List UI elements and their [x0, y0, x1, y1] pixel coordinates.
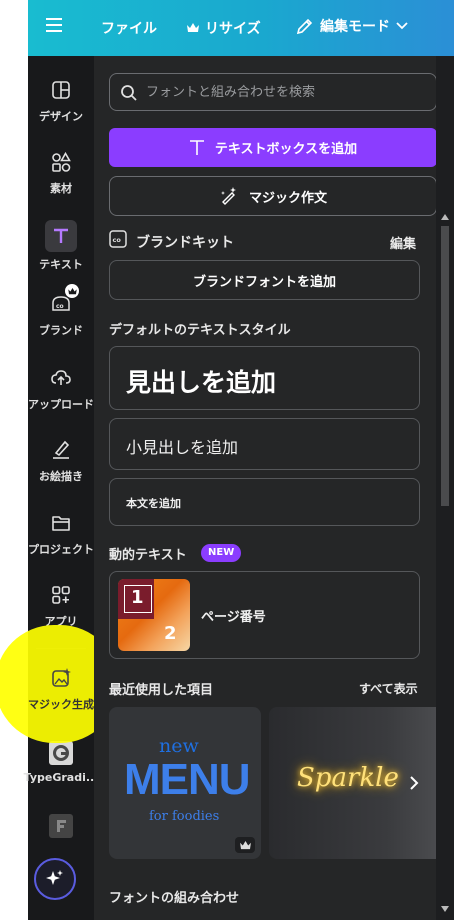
magic-write-button[interactable]: マジック作文	[109, 176, 436, 216]
brand-icon: co	[49, 284, 79, 316]
text-t-icon	[189, 139, 204, 155]
scroll-down-arrow[interactable]	[441, 906, 449, 912]
app-f-icon	[49, 814, 73, 838]
font-search-box[interactable]	[109, 73, 436, 111]
upload-cloud-icon	[49, 366, 73, 390]
resize-label: リサイズ	[205, 21, 261, 37]
add-subheading-button[interactable]: 小見出しを追加	[109, 418, 420, 470]
rail-item-elements[interactable]: 素材	[28, 150, 94, 196]
add-textbox-button[interactable]: テキストボックスを追加	[109, 128, 436, 167]
menu-card-bottom-text: for foodies	[149, 809, 220, 824]
add-body-text-button[interactable]: 本文を追加	[109, 478, 420, 526]
search-icon	[121, 85, 137, 101]
body-text-label: 本文を追加	[126, 497, 181, 510]
add-textbox-label: テキストボックスを追加	[214, 142, 358, 157]
rail-item-uploads[interactable]: アップロード	[28, 366, 94, 412]
add-brand-font-label: ブランドフォントを追加	[192, 274, 336, 290]
thumb-digit-two: 2	[164, 623, 177, 644]
typegradient-app-icon	[49, 741, 73, 765]
page-number-thumbnail: 1 2	[118, 579, 190, 651]
page-number-card[interactable]: 1 2 ページ番号	[109, 571, 420, 659]
rail-label-typegradient: TypeGradi...	[23, 771, 99, 784]
apps-icon	[49, 583, 73, 607]
recent-title: 最近使用した項目	[109, 683, 214, 698]
rail-label-draw: お絵描き	[39, 470, 83, 483]
recent-card-menu[interactable]: new MENU for foodies	[109, 707, 261, 859]
svg-text:co: co	[56, 303, 64, 310]
resize-button[interactable]: リサイズ	[187, 18, 261, 38]
recent-card-sparkle[interactable]: Sparkle	[269, 707, 436, 859]
text-panel: #srch::placeholder{color:#9a9c9f;} input…	[94, 56, 436, 920]
pencil-icon	[296, 18, 313, 35]
add-brand-font-button[interactable]: ブランドフォントを追加	[109, 260, 420, 300]
rail-item-draw[interactable]: お絵描き	[28, 438, 94, 484]
rail-item-design[interactable]: デザイン	[28, 78, 94, 124]
draw-icon	[49, 438, 73, 462]
thumb-digit-one: 1	[131, 587, 144, 608]
panel-scrollbar[interactable]	[436, 56, 454, 920]
chevron-down-icon	[396, 22, 408, 30]
rail-item-apps[interactable]: アプリ	[28, 583, 94, 629]
rail-label-design: デザイン	[39, 110, 83, 123]
chevron-right-icon[interactable]	[409, 775, 419, 791]
layout-icon	[49, 78, 73, 102]
default-styles-title: デフォルトのテキストスタイル	[109, 323, 291, 338]
rail-label-projects: プロジェクト	[28, 543, 94, 556]
premium-crown-badge	[235, 837, 255, 853]
search-input[interactable]	[146, 82, 426, 102]
sparkle-card-text: Sparkle	[297, 763, 399, 793]
brand-kit-title: ブランドキット	[136, 235, 234, 251]
subheading-label: 小見出しを追加	[126, 438, 239, 457]
rail-label-uploads: アップロード	[28, 398, 94, 411]
magic-wand-icon	[220, 187, 236, 205]
svg-text:co: co	[113, 236, 122, 244]
dynamic-text-title: 動的テキスト	[109, 548, 187, 563]
brand-kit-edit-link[interactable]: 編集	[390, 233, 416, 252]
sparkles-icon	[46, 870, 63, 885]
edit-mode-label: 編集モード	[320, 19, 390, 35]
rail-item-brand[interactable]: co ブランド	[28, 284, 94, 338]
scroll-up-arrow[interactable]	[441, 214, 449, 220]
font-combos-title: フォントの組み合わせ	[109, 891, 240, 906]
page-number-label: ページ番号	[201, 610, 266, 625]
rail-item-text[interactable]: テキスト	[28, 220, 94, 272]
magic-write-label: マジック作文	[248, 190, 327, 206]
magic-media-icon	[49, 666, 73, 690]
rail-label-elements: 素材	[50, 182, 72, 195]
shapes-icon	[49, 150, 73, 174]
brand-kit-icon: co	[109, 230, 129, 248]
rail-item-magic-media-overlay[interactable]: マジック生成	[28, 666, 94, 712]
file-label: ファイル	[101, 21, 157, 37]
premium-crown-badge	[65, 284, 79, 298]
heading-label: 見出しを追加	[126, 368, 277, 397]
folder-icon	[49, 511, 73, 535]
menu-card-main-text: MENU	[124, 755, 251, 804]
rail-label-brand: ブランド	[39, 324, 83, 337]
see-all-link[interactable]: すべて表示	[359, 680, 418, 697]
add-heading-button[interactable]: 見出しを追加	[109, 346, 420, 410]
side-rail: デザイン 素材 テキスト co ブランド アップロード お絵描き プロジェクト …	[24, 56, 98, 920]
hamburger-icon	[46, 18, 62, 32]
rail-label-text: テキスト	[39, 258, 83, 271]
rail-item-typegradient[interactable]: TypeGradi...	[24, 741, 98, 784]
edit-mode-dropdown[interactable]: 編集モード	[296, 16, 408, 36]
rail-item-app-f[interactable]	[28, 814, 94, 838]
scroll-thumb[interactable]	[441, 226, 449, 506]
top-bar: ファイル リサイズ 編集モード	[28, 0, 454, 56]
file-menu[interactable]: ファイル	[101, 18, 157, 38]
rail-item-projects[interactable]: プロジェクト	[28, 511, 94, 557]
menu-card-top-text: new	[159, 735, 199, 757]
menu-button[interactable]	[46, 18, 62, 32]
magic-assistant-button[interactable]	[34, 858, 76, 900]
crown-icon	[187, 23, 199, 32]
rail-label-magic-media-highlighted: マジック生成	[28, 698, 94, 711]
text-icon	[45, 220, 77, 252]
new-badge: NEW	[201, 544, 242, 562]
